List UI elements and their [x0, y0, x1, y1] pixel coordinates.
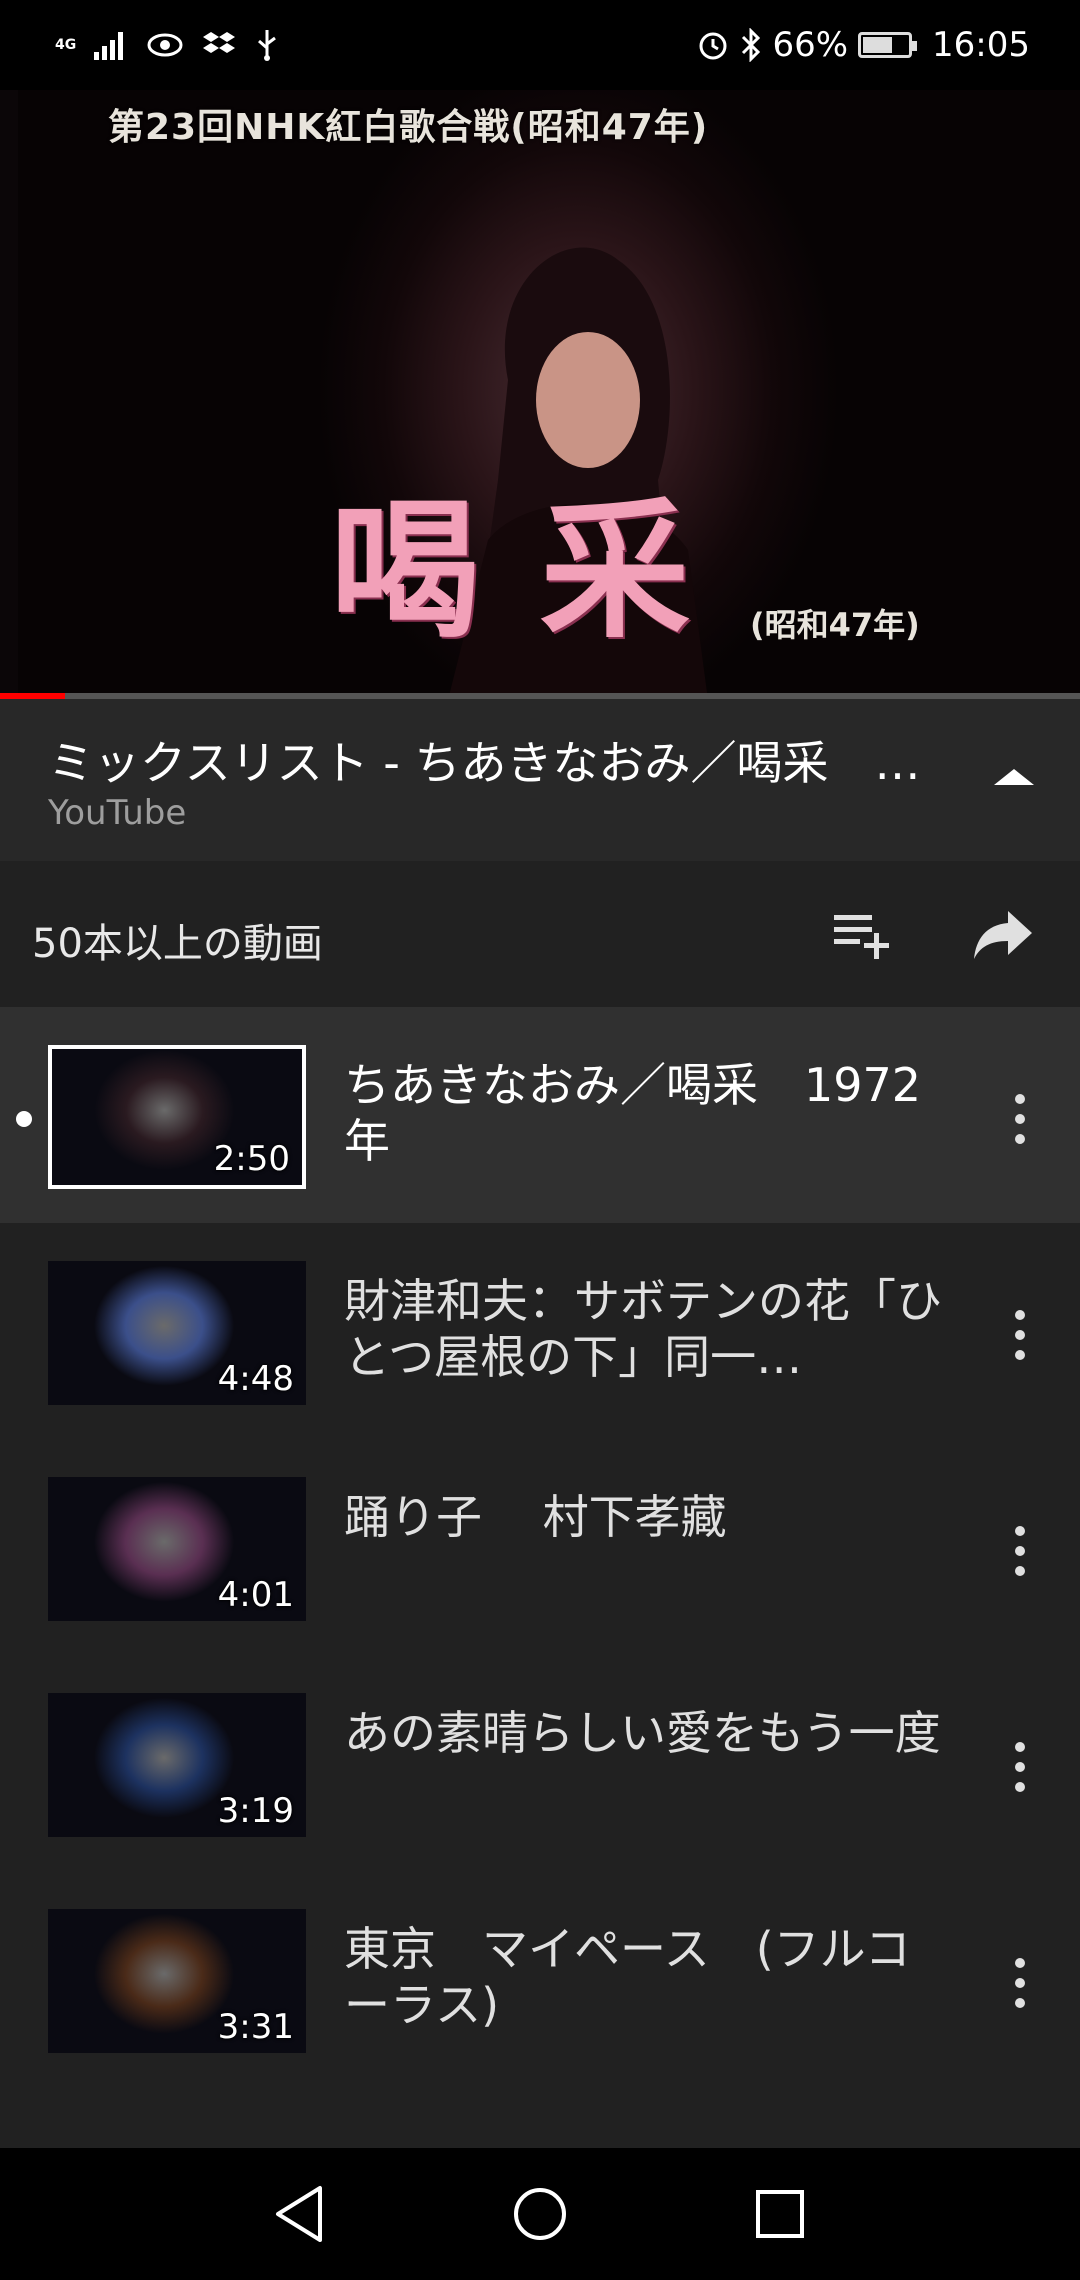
video-overlay-title: 喝采 — [330, 483, 751, 659]
navigation-bar — [0, 2148, 1080, 2280]
video-duration: 4:01 — [217, 1575, 294, 1615]
status-bar: 4G 66% 16:05 — [0, 0, 1080, 90]
video-player[interactable]: 第23回NHK紅白歌合戦(昭和47年) 喝采 (昭和47年) — [0, 90, 1080, 695]
video-overlay-heading: 第23回NHK紅白歌合戦(昭和47年) — [108, 107, 709, 148]
more-options-icon[interactable] — [1000, 1521, 1040, 1581]
add-to-playlist-icon[interactable] — [830, 901, 896, 967]
playlist-item[interactable]: 3:31 東京 マイペース (フルコーラス) — [0, 1871, 1080, 2087]
playlist: 2:50 ちあきなおみ／喝采 1972年 4:48 財津和夫：サボテンの花「ひとつ屋根… — [0, 1007, 1080, 2147]
video-duration: 3:19 — [217, 1791, 294, 1831]
home-icon[interactable] — [504, 2178, 576, 2250]
bluetooth-icon — [742, 28, 761, 62]
more-options-icon[interactable] — [1000, 1953, 1040, 2013]
battery-icon — [858, 32, 918, 58]
collapse-arrow-icon[interactable] — [994, 769, 1034, 785]
video-duration: 4:48 — [217, 1359, 294, 1399]
video-title: 踊り子 村下孝藏 — [344, 1490, 727, 1544]
playlist-item[interactable]: 4:01 踊り子 村下孝藏 — [0, 1439, 1080, 1655]
video-thumbnail[interactable]: 3:31 — [48, 1909, 306, 2053]
video-thumbnail[interactable]: 3:19 — [48, 1693, 306, 1837]
video-thumbnail[interactable]: 2:50 — [48, 1045, 306, 1189]
video-title: あの素晴らしい愛をもう一度 — [344, 1706, 941, 1760]
more-options-icon[interactable] — [1000, 1737, 1040, 1797]
video-thumbnail[interactable]: 4:48 — [48, 1261, 306, 1405]
usb-icon — [258, 30, 277, 61]
signal-icon — [94, 32, 124, 60]
playlist-count: 50本以上の動画 — [32, 921, 323, 967]
now-playing-subtitle: YouTube — [48, 793, 187, 833]
video-duration: 2:50 — [213, 1139, 290, 1179]
now-playing-indicator — [16, 1111, 32, 1127]
dropbox-icon — [203, 32, 236, 53]
video-thumbnail[interactable]: 4:01 — [48, 1477, 306, 1621]
share-icon[interactable] — [970, 901, 1036, 967]
playlist-item[interactable]: 2:50 ちあきなおみ／喝采 1972年 — [0, 1007, 1080, 1223]
clock: 16:05 — [932, 25, 1030, 65]
network-type: 4G — [55, 36, 77, 53]
more-options-icon[interactable] — [1000, 1089, 1040, 1149]
alarm-icon — [699, 32, 727, 60]
battery-percent: 66% — [772, 25, 849, 65]
video-overlay-year: (昭和47年) — [750, 606, 920, 644]
recents-icon[interactable] — [744, 2178, 816, 2250]
more-options-icon[interactable] — [1000, 1305, 1040, 1365]
playlist-header: 50本以上の動画 — [0, 861, 1080, 1007]
status-icons-left: 4G — [55, 22, 280, 68]
now-playing-title: ミックスリスト - ちあきなおみ／喝采 … — [48, 736, 921, 790]
status-icons-right: 66% 16:05 — [696, 22, 1030, 68]
now-playing-panel[interactable]: ミックスリスト - ちあきなおみ／喝采 … YouTube — [0, 699, 1080, 861]
back-icon[interactable] — [264, 2178, 336, 2250]
video-title: 東京 マイペース (フルコーラス) — [344, 1922, 911, 2032]
playlist-item[interactable]: 4:48 財津和夫：サボテンの花「ひとつ屋根の下」同一… — [0, 1223, 1080, 1439]
playlist-item[interactable]: 3:19 あの素晴らしい愛をもう一度 — [0, 1655, 1080, 1871]
video-title: ちあきなおみ／喝采 1972年 — [344, 1058, 922, 1168]
video-title: 財津和夫：サボテンの花「ひとつ屋根の下」同一… — [344, 1274, 942, 1384]
eye-icon — [147, 33, 183, 57]
video-duration: 3:31 — [217, 2007, 294, 2047]
